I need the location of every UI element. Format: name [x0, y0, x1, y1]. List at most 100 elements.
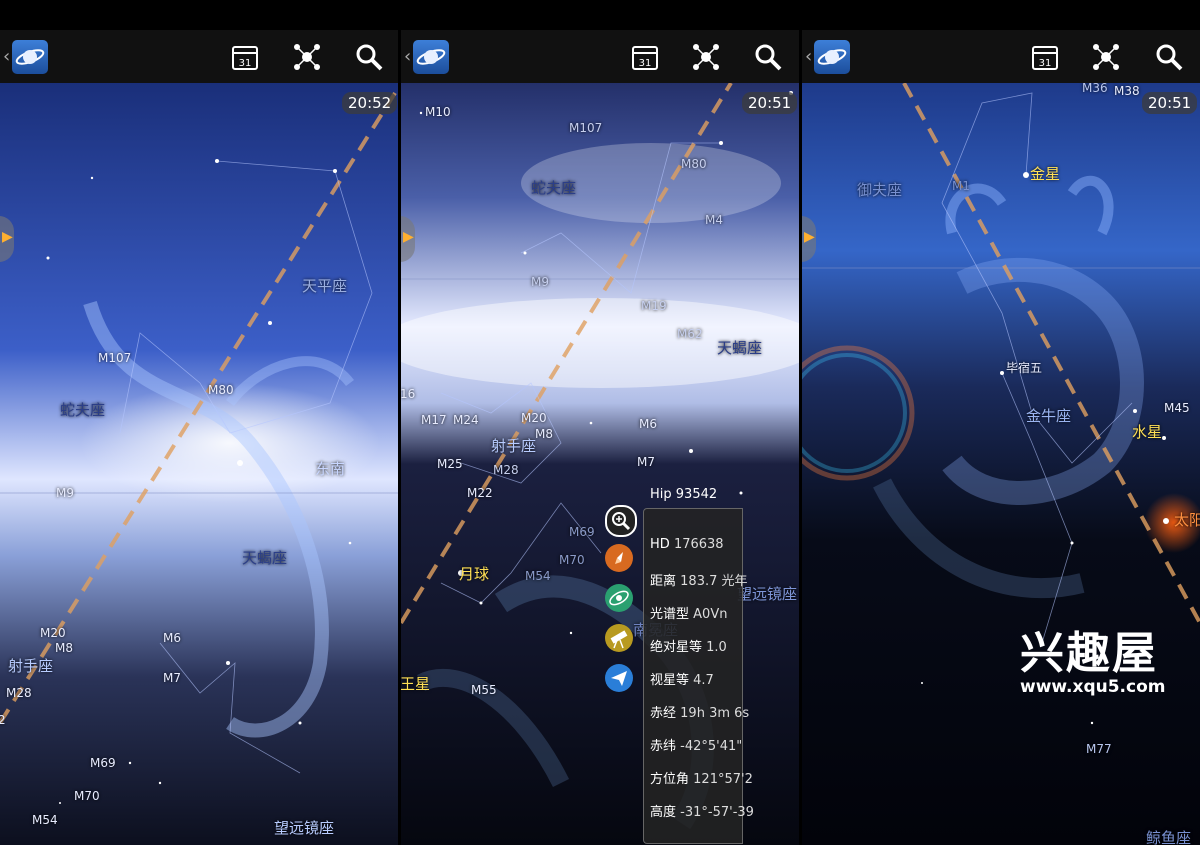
- status-bar-area: [0, 0, 1200, 30]
- label-m1[interactable]: M1: [952, 179, 970, 193]
- share-send-icon[interactable]: [605, 664, 633, 692]
- label-16: 16: [401, 387, 416, 401]
- label-cetus[interactable]: 鲸鱼座: [1146, 827, 1191, 845]
- label-m55[interactable]: M55: [471, 683, 497, 697]
- label-m107[interactable]: M107: [98, 351, 131, 365]
- saturn-logo-icon[interactable]: [814, 40, 850, 74]
- label-scorpius[interactable]: 天蝎座: [717, 337, 762, 358]
- label-edge-2: 2: [0, 713, 6, 727]
- label-m107[interactable]: M107: [569, 121, 602, 135]
- saturn-logo-icon[interactable]: [12, 40, 48, 74]
- telescope-icon[interactable]: [605, 624, 633, 652]
- label-m19[interactable]: M19: [641, 299, 667, 313]
- label-m25[interactable]: M25: [437, 457, 463, 471]
- top-toolbar: ‹ 31: [802, 30, 1200, 83]
- compass-locate-icon[interactable]: [605, 544, 633, 572]
- label-sun[interactable]: 太阳: [1174, 509, 1200, 530]
- label-m20[interactable]: M20: [521, 411, 547, 425]
- label-venus[interactable]: 金星: [1030, 163, 1060, 184]
- back-chevron-icon[interactable]: ‹: [404, 46, 411, 67]
- label-m6[interactable]: M6: [639, 417, 657, 431]
- search-icon[interactable]: [354, 42, 384, 72]
- zoom-in-icon[interactable]: [605, 505, 637, 537]
- label-libra[interactable]: 天平座: [302, 275, 347, 296]
- label-m38[interactable]: M38: [1114, 84, 1140, 98]
- info-row-spectral-type: 光谱型 A0Vn: [650, 607, 728, 622]
- label-dongnan[interactable]: 东南: [315, 458, 345, 479]
- svg-text:31: 31: [1039, 58, 1052, 69]
- back-chevron-icon[interactable]: ‹: [3, 46, 10, 67]
- info-row-hd: HD 176638: [650, 537, 724, 552]
- label-m69[interactable]: M69: [90, 756, 116, 770]
- label-aldebaran[interactable]: 毕宿五: [1006, 359, 1042, 376]
- label-sagittarius[interactable]: 射手座: [491, 435, 536, 456]
- label-ophiuchus[interactable]: 蛇夫座: [531, 177, 576, 198]
- search-icon[interactable]: [1154, 42, 1184, 72]
- label-m45[interactable]: M45: [1164, 401, 1190, 415]
- orbit-info-icon[interactable]: [605, 584, 633, 612]
- top-toolbar: ‹ 31: [0, 30, 398, 83]
- label-m54[interactable]: M54: [525, 569, 551, 583]
- label-scorpius[interactable]: 天蝎座: [242, 547, 287, 568]
- label-m28[interactable]: M28: [493, 463, 519, 477]
- watermark-title: 兴趣屋: [1020, 628, 1158, 679]
- label-m80[interactable]: M80: [208, 383, 234, 397]
- label-ophiuchus[interactable]: 蛇夫座: [60, 399, 105, 420]
- sky-map[interactable]: M107 蛇夫座 天平座 M80 东南 M9 天蝎座 M20 M8 射手座 M6…: [0, 83, 398, 845]
- label-m62[interactable]: M62: [677, 327, 703, 341]
- svg-text:31: 31: [239, 58, 252, 69]
- label-m20[interactable]: M20: [40, 626, 66, 640]
- time-display: 20:52: [342, 92, 398, 114]
- label-m6[interactable]: M6: [163, 631, 181, 645]
- label-m8[interactable]: M8: [535, 427, 553, 441]
- calendar-icon[interactable]: 31: [630, 42, 660, 72]
- sky-view-panel-1: ‹ 31 20:52 ▶ M107 蛇夫座 天平座 M80 东南 M9 天蝎座 …: [0, 30, 398, 845]
- label-m70[interactable]: M70: [559, 553, 585, 567]
- label-m22[interactable]: M22: [467, 486, 493, 500]
- search-icon[interactable]: [753, 42, 783, 72]
- label-m77[interactable]: M77: [1086, 742, 1112, 756]
- label-m54[interactable]: M54: [32, 813, 58, 827]
- calendar-icon[interactable]: 31: [1030, 42, 1060, 72]
- constellation-icon[interactable]: [691, 42, 721, 72]
- label-m17[interactable]: M17: [421, 413, 447, 427]
- watermark-url: www.xqu5.com: [1020, 677, 1166, 697]
- info-row-altitude: 高度 -31°-57'-39: [650, 805, 754, 820]
- label-m10[interactable]: M10: [425, 105, 451, 119]
- constellation-icon[interactable]: [292, 42, 322, 72]
- label-m7[interactable]: M7: [637, 455, 655, 469]
- back-chevron-icon[interactable]: ‹: [805, 46, 812, 67]
- info-row-apparent-magnitude: 视星等 4.7: [650, 673, 714, 688]
- chevron-right-icon: ▶: [2, 229, 13, 245]
- calendar-icon[interactable]: 31: [230, 42, 260, 72]
- label-m8[interactable]: M8: [55, 641, 73, 655]
- object-info-panel: HD 176638 距离 183.7 光年 光谱型 A0Vn 绝对星等 1.0 …: [643, 508, 754, 844]
- label-m36[interactable]: M36: [1082, 81, 1108, 95]
- label-sagittarius[interactable]: 射手座: [8, 655, 53, 676]
- label-auriga[interactable]: 御夫座: [857, 179, 902, 200]
- label-moon[interactable]: 月球: [459, 563, 489, 584]
- time-display: 20:51: [1142, 92, 1198, 114]
- label-taurus[interactable]: 金牛座: [1026, 405, 1071, 426]
- info-row-declination: 赤纬 -42°5'41": [650, 739, 743, 754]
- svg-text:31: 31: [639, 58, 652, 69]
- info-row-distance: 距离 183.7 光年: [650, 574, 748, 589]
- label-m9[interactable]: M9: [531, 275, 549, 289]
- label-m80[interactable]: M80: [681, 157, 707, 171]
- label-m4[interactable]: M4: [705, 213, 723, 227]
- label-m28[interactable]: M28: [6, 686, 32, 700]
- label-m70[interactable]: M70: [74, 789, 100, 803]
- label-m24[interactable]: M24: [453, 413, 479, 427]
- constellation-icon[interactable]: [1091, 42, 1121, 72]
- label-m7[interactable]: M7: [163, 671, 181, 685]
- label-m9[interactable]: M9: [56, 486, 74, 500]
- selected-object-name: Hip 93542: [650, 487, 718, 502]
- label-wangxing[interactable]: 王星: [401, 673, 430, 694]
- sky-map[interactable]: M36 M38 金星 御夫座 M1 毕宿五 金牛座 M45 水星 太阳 M77 …: [802, 81, 1200, 845]
- label-telescopium[interactable]: 望远镜座: [274, 817, 334, 838]
- label-mercury[interactable]: 水星: [1132, 421, 1162, 442]
- info-row-absolute-magnitude: 绝对星等 1.0: [650, 640, 727, 655]
- saturn-logo-icon[interactable]: [413, 40, 449, 74]
- watermark: 兴趣屋 www.xqu5.com: [1020, 617, 1165, 697]
- label-m69[interactable]: M69: [569, 525, 595, 539]
